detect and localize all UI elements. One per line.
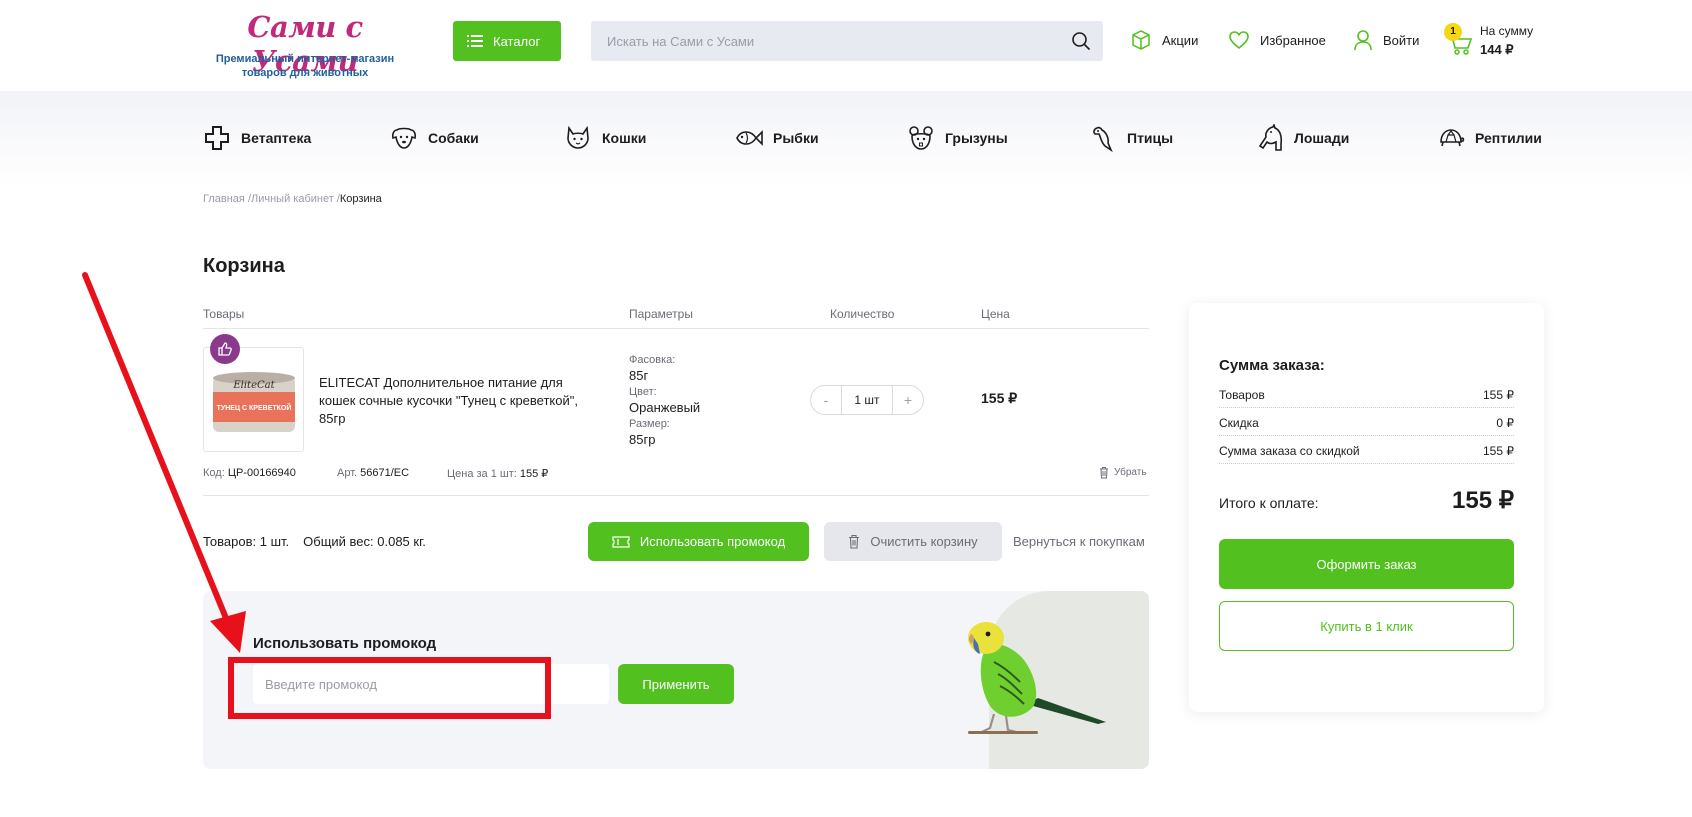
promotions-label: Акции — [1162, 32, 1199, 48]
product-article: Арт. 56671/EC — [337, 467, 410, 479]
header-cart[interactable]: 1 На сумму 144 ₽ — [1443, 22, 1553, 62]
order-row-discounted-sum: Сумма заказа со скидкой 155 ₽ — [1219, 442, 1514, 464]
category-nav: Ветаптека Собаки Кошки Рыбки Грызуны Пти… — [0, 91, 1692, 186]
order-total-label: Итого к оплате: — [1219, 495, 1319, 511]
checkout-button[interactable]: Оформить заказ — [1219, 539, 1514, 589]
favorites-label: Избранное — [1260, 32, 1326, 48]
turtle-icon — [1440, 129, 1465, 147]
catalog-label: Каталог — [493, 33, 541, 49]
annotation-highlight-box — [228, 657, 551, 719]
remove-item-button[interactable]: Убрать — [1099, 466, 1147, 479]
favorites-link[interactable]: Избранное — [1228, 27, 1326, 53]
logo[interactable]: Сами с Усами Премиальный интернет-магази… — [205, 10, 405, 82]
cart-sum-value: 144 ₽ — [1480, 42, 1514, 57]
order-row-discount: Скидка 0 ₽ — [1219, 414, 1514, 436]
trash-icon — [1100, 467, 1108, 479]
unit-price: Цена за 1 шт: 155 ₽ — [447, 468, 549, 480]
cart-sum-label: На сумму — [1480, 24, 1534, 38]
column-header-params: Параметры — [629, 307, 693, 321]
item-price: 155 ₽ — [981, 390, 1018, 406]
order-row-goods: Товаров 155 ₽ — [1219, 386, 1514, 408]
heart-icon — [1229, 31, 1249, 50]
promotions-link[interactable]: Акции — [1130, 27, 1198, 53]
breadcrumb-account[interactable]: Личный кабинет — [251, 193, 334, 205]
horse-icon — [1258, 124, 1283, 151]
user-icon — [1354, 30, 1372, 51]
search-bar — [591, 21, 1103, 61]
product-params: Фасовка: 85г Цвет: Оранжевый Размер: 85г… — [629, 354, 701, 447]
clear-cart-button[interactable]: Очистить корзину — [824, 522, 1002, 561]
column-header-price: Цена — [981, 307, 1010, 321]
qty-increase-button[interactable]: + — [893, 392, 923, 408]
trash-icon — [849, 534, 860, 549]
bird-icon — [1093, 126, 1113, 152]
promo-title: Использовать промокод — [253, 635, 437, 652]
category-cats[interactable]: Кошки — [564, 123, 646, 153]
qty-value[interactable]: 1 шт — [841, 386, 893, 414]
apply-promo-button[interactable]: Применить — [618, 664, 734, 704]
rodent-icon — [909, 126, 933, 150]
order-summary-title: Сумма заказа: — [1219, 357, 1325, 374]
divider — [203, 495, 1149, 496]
category-vetapteka[interactable]: Ветаптека — [203, 123, 311, 153]
qty-decrease-button[interactable]: - — [811, 392, 841, 408]
cart-count-badge: 1 — [1444, 23, 1462, 41]
cross-icon — [205, 126, 229, 150]
ticket-icon — [612, 535, 630, 548]
category-dogs[interactable]: Собаки — [390, 123, 479, 153]
quantity-stepper: - 1 шт + — [810, 385, 924, 415]
category-rodents[interactable]: Грызуны — [907, 123, 1008, 153]
parrot-image — [968, 622, 1106, 734]
use-promo-button[interactable]: Использовать промокод — [588, 522, 809, 561]
order-total-value: 155 ₽ — [1452, 487, 1514, 514]
breadcrumb-current: Корзина — [339, 193, 382, 205]
site-header: Сами с Усами Премиальный интернет-магази… — [0, 0, 1692, 91]
category-birds[interactable]: Птицы — [1089, 123, 1173, 153]
product-name-link[interactable]: ELITECAT Дополнительное питание для коше… — [319, 374, 579, 428]
category-fish[interactable]: Рыбки — [735, 123, 819, 153]
logo-subtitle: Премиальный интернет-магазин товаров для… — [215, 53, 395, 79]
breadcrumb: Главная /Личный кабинет /Корзина — [203, 193, 382, 205]
search-icon[interactable] — [1071, 31, 1091, 51]
column-header-qty: Количество — [830, 307, 895, 321]
menu-list-icon — [467, 35, 483, 47]
login-label: Войти — [1383, 32, 1420, 48]
box-icon — [1132, 30, 1150, 50]
divider — [203, 328, 1149, 329]
login-link[interactable]: Войти — [1353, 27, 1419, 53]
cat-icon — [567, 125, 589, 149]
back-to-shopping-link[interactable]: Вернуться к покупкам — [1013, 534, 1145, 549]
category-reptiles[interactable]: Рептилии — [1437, 123, 1542, 153]
dog-icon — [391, 127, 417, 149]
order-total: Итого к оплате: 155 ₽ — [1219, 486, 1514, 515]
fish-icon — [736, 130, 763, 146]
search-input[interactable] — [591, 21, 1051, 61]
catalog-button[interactable]: Каталог — [453, 21, 561, 61]
cart-weight: Общий вес: 0.085 кг. — [303, 534, 426, 549]
annotation-arrow — [82, 272, 246, 653]
category-horses[interactable]: Лошади — [1256, 123, 1349, 153]
buy-one-click-button[interactable]: Купить в 1 клик — [1219, 601, 1514, 651]
breadcrumb-home[interactable]: Главная — [203, 193, 245, 205]
order-summary-card: Сумма заказа: Товаров 155 ₽ Скидка 0 ₽ Сум… — [1189, 303, 1544, 712]
